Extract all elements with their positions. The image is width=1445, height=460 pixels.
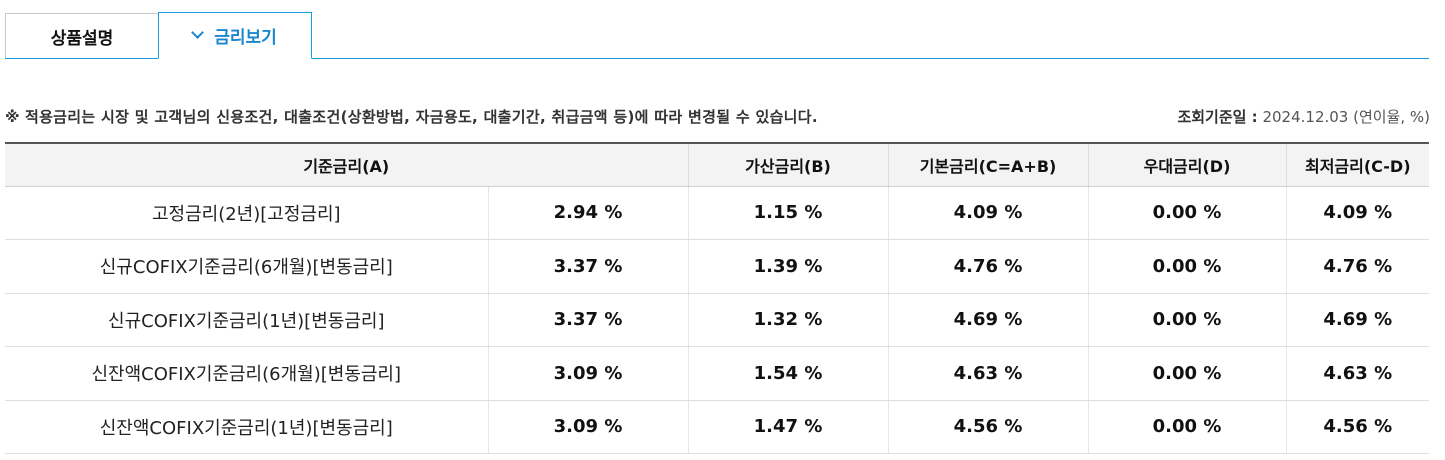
table-row: 신규COFIX기준금리(1년)[변동금리] 3.37 % 1.32 % 4.69… [5, 293, 1430, 347]
rate-type-name: 고정금리(2년)[고정금리] [5, 186, 488, 240]
rate-type-name: 신규COFIX기준금리(6개월)[변동금리] [5, 239, 488, 294]
preferential-rate-value: 0.00 % [1087, 400, 1287, 454]
basic-rate-value: 4.56 % [887, 400, 1089, 454]
header-basic-rate: 기본금리(C=A+B) [887, 142, 1089, 187]
table-header-row: 기준금리(A) 가산금리(B) 기본금리(C=A+B) 우대금리(D) 최저금리… [5, 142, 1430, 187]
notice-mark: ※ [5, 108, 20, 126]
header-minimum-rate: 최저금리(C-D) [1285, 142, 1430, 187]
chevron-down-icon [191, 26, 205, 39]
rate-table: 기준금리(A) 가산금리(B) 기본금리(C=A+B) 우대금리(D) 최저금리… [5, 142, 1430, 454]
query-date-label: 조회기준일 : [1177, 108, 1258, 126]
header-base-rate: 기준금리(A) [5, 142, 689, 187]
minimum-rate-value: 4.69 % [1285, 293, 1430, 347]
base-rate-value: 2.94 % [487, 186, 689, 240]
table-row: 신잔액COFIX기준금리(1년)[변동금리] 3.09 % 1.47 % 4.5… [5, 400, 1430, 454]
query-date-value: 2024.12.03 (연이율, %) [1262, 108, 1430, 126]
tab-product-description[interactable]: 상품설명 [5, 13, 159, 58]
basic-rate-value: 4.63 % [887, 346, 1089, 401]
table-row: 고정금리(2년)[고정금리] 2.94 % 1.15 % 4.09 % 0.00… [5, 186, 1430, 240]
minimum-rate-value: 4.76 % [1285, 239, 1430, 294]
table-row: 신규COFIX기준금리(6개월)[변동금리] 3.37 % 1.39 % 4.7… [5, 239, 1430, 294]
add-rate-value: 1.54 % [687, 346, 889, 401]
basic-rate-value: 4.76 % [887, 239, 1089, 294]
minimum-rate-value: 4.63 % [1285, 346, 1430, 401]
rate-notice: ※ 적용금리는 시장 및 고객님의 신용조건, 대출조건(상환방법, 자금용도,… [5, 106, 818, 127]
add-rate-value: 1.15 % [687, 186, 889, 240]
rate-type-name: 신규COFIX기준금리(1년)[변동금리] [5, 293, 488, 347]
tab-label: 상품설명 [50, 28, 114, 49]
minimum-rate-value: 4.56 % [1285, 400, 1430, 454]
rate-type-name: 신잔액COFIX기준금리(6개월)[변동금리] [5, 346, 488, 401]
base-rate-value: 3.09 % [487, 400, 689, 454]
add-rate-value: 1.39 % [687, 239, 889, 294]
add-rate-value: 1.47 % [687, 400, 889, 454]
preferential-rate-value: 0.00 % [1087, 186, 1287, 240]
base-rate-value: 3.37 % [487, 239, 689, 294]
rate-type-name: 신잔액COFIX기준금리(1년)[변동금리] [5, 400, 488, 454]
table-row: 신잔액COFIX기준금리(6개월)[변동금리] 3.09 % 1.54 % 4.… [5, 346, 1430, 401]
basic-rate-value: 4.09 % [887, 186, 1089, 240]
preferential-rate-value: 0.00 % [1087, 293, 1287, 347]
preferential-rate-value: 0.00 % [1087, 346, 1287, 401]
tab-label: 금리보기 [214, 28, 277, 48]
basic-rate-value: 4.69 % [887, 293, 1089, 347]
base-rate-value: 3.37 % [487, 293, 689, 347]
tab-rate-view[interactable]: 금리보기 [158, 12, 312, 59]
minimum-rate-value: 4.09 % [1285, 186, 1430, 240]
base-rate-value: 3.09 % [487, 346, 689, 401]
header-add-rate: 가산금리(B) [687, 142, 889, 187]
tab-bar: 상품설명 금리보기 [5, 12, 1429, 59]
query-date: 조회기준일 : 2024.12.03 (연이율, %) [1177, 106, 1430, 127]
add-rate-value: 1.32 % [687, 293, 889, 347]
notice-text: 적용금리는 시장 및 고객님의 신용조건, 대출조건(상환방법, 자금용도, 대… [24, 108, 818, 126]
header-preferential-rate: 우대금리(D) [1087, 142, 1287, 187]
preferential-rate-value: 0.00 % [1087, 239, 1287, 294]
